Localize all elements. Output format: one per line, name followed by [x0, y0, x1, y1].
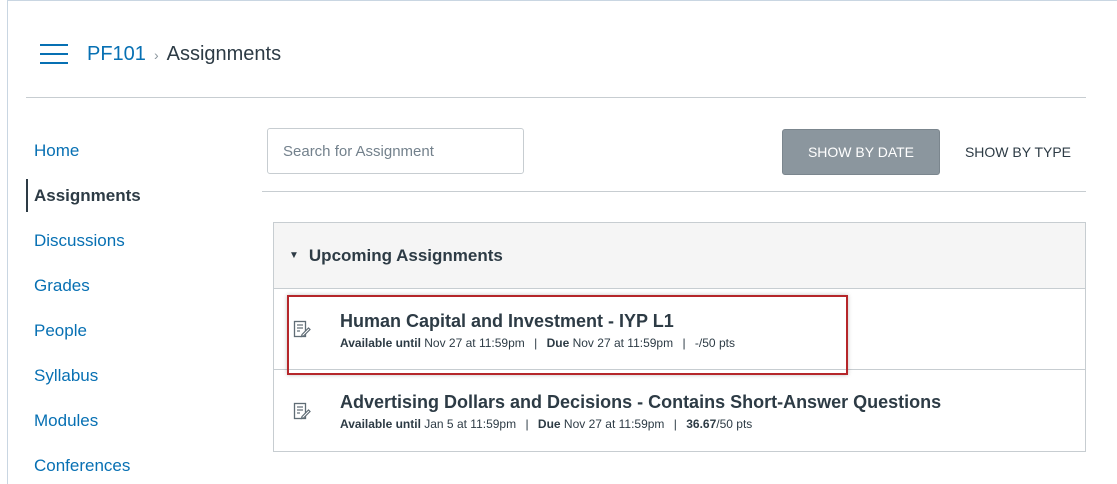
- breadcrumb-separator: ›: [153, 47, 159, 63]
- sidebar-item-syllabus[interactable]: Syllabus: [26, 353, 226, 398]
- sidebar-item-conferences[interactable]: Conferences: [26, 443, 226, 484]
- assignment-group-title: Upcoming Assignments: [308, 245, 503, 265]
- due-date: Nov 27 at 11:59pm: [572, 335, 674, 350]
- sidebar-item-home[interactable]: Home: [26, 128, 226, 173]
- caret-down-icon: ▼: [289, 250, 299, 261]
- assignment-title-link[interactable]: Advertising Dollars and Decisions - Cont…: [340, 390, 941, 414]
- available-label: Available until: [340, 335, 421, 350]
- show-by-type-button[interactable]: SHOW BY TYPE: [950, 129, 1086, 175]
- search-input[interactable]: [267, 128, 524, 174]
- due-label: Due: [546, 335, 570, 350]
- sidebar-item-discussions[interactable]: Discussions: [26, 218, 226, 263]
- due-label: Due: [537, 417, 561, 431]
- sidebar-item-people[interactable]: People: [26, 308, 226, 353]
- show-by-date-button[interactable]: SHOW BY DATE: [782, 129, 940, 175]
- assignment-icon: [293, 320, 311, 338]
- sidebar-item-assignments[interactable]: Assignments: [26, 173, 226, 218]
- assignment-meta: Available until Jan 5 at 11:59pm | Due N…: [340, 417, 753, 431]
- header-divider: [26, 97, 1086, 98]
- score: 36.67: [686, 417, 717, 431]
- breadcrumb-course-link[interactable]: PF101: [87, 43, 146, 66]
- assignment-row[interactable]: Advertising Dollars and Decisions - Cont…: [274, 370, 1085, 451]
- assignment-icon: [293, 402, 311, 419]
- assignment-group: ▼ Upcoming Assignments Human Capital and…: [273, 222, 1086, 452]
- due-date: Nov 27 at 11:59pm: [563, 417, 665, 431]
- toolbar-divider: [262, 191, 1086, 192]
- assignment-title-link[interactable]: Human Capital and Investment - IYP L1: [340, 309, 735, 333]
- available-date: Nov 27 at 11:59pm: [424, 335, 525, 350]
- available-date: Jan 5 at 11:59pm: [424, 417, 517, 431]
- assignment-row[interactable]: Human Capital and Investment - IYP L1 Av…: [274, 289, 1085, 370]
- sidebar-item-modules[interactable]: Modules: [26, 398, 226, 443]
- points-possible: /50 pts: [698, 335, 735, 350]
- course-navigation: Home Assignments Discussions Grades Peop…: [26, 128, 226, 484]
- page-title: Assignments: [166, 42, 282, 65]
- points-possible: /50 pts: [716, 417, 753, 431]
- available-label: Available until: [340, 417, 421, 431]
- assignment-meta: Available until Nov 27 at 11:59pm | Due …: [340, 335, 735, 350]
- sidebar-item-grades[interactable]: Grades: [26, 263, 226, 308]
- assignment-group-header[interactable]: ▼ Upcoming Assignments: [274, 223, 1085, 289]
- hamburger-icon[interactable]: [40, 44, 68, 64]
- breadcrumb: PF101 › Assignments: [26, 24, 1086, 84]
